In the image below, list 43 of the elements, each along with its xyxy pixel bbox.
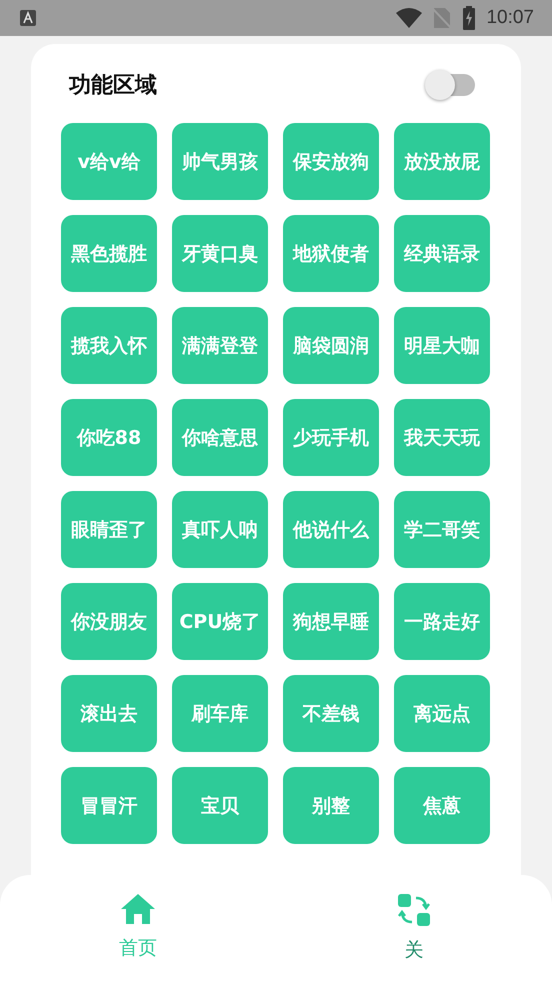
clock-time: 10:07 [486, 7, 534, 29]
sound-button[interactable]: 你吃88 [61, 399, 157, 476]
sound-button[interactable]: 脑袋圆润 [283, 307, 379, 384]
sound-button[interactable]: 我天天玩 [394, 399, 490, 476]
sound-button[interactable]: 冒冒汗 [61, 767, 157, 844]
sound-button[interactable]: v给v给 [61, 123, 157, 200]
wifi-icon [396, 8, 422, 28]
sound-button[interactable]: 一路走好 [394, 583, 490, 660]
no-sim-icon [432, 7, 452, 29]
sound-button[interactable]: 你没朋友 [61, 583, 157, 660]
battery-icon [462, 6, 476, 30]
sound-button[interactable]: 学二哥笑 [394, 491, 490, 568]
sound-button[interactable]: 离远点 [394, 675, 490, 752]
sound-button[interactable]: 少玩手机 [283, 399, 379, 476]
app-icon [20, 10, 36, 26]
sound-button[interactable]: 他说什么 [283, 491, 379, 568]
sound-button[interactable]: 别整 [283, 767, 379, 844]
sound-button[interactable]: 刷车库 [172, 675, 268, 752]
sound-button[interactable]: 放没放屁 [394, 123, 490, 200]
sound-button[interactable]: 眼睛歪了 [61, 491, 157, 568]
sound-button[interactable]: 保安放狗 [283, 123, 379, 200]
sound-button[interactable]: 狗想早睡 [283, 583, 379, 660]
sound-button[interactable]: 揽我入怀 [61, 307, 157, 384]
sound-button[interactable]: 宝贝 [172, 767, 268, 844]
toggle-switch[interactable] [425, 70, 475, 100]
sound-button[interactable]: 真吓人呐 [172, 491, 268, 568]
sound-button[interactable]: 明星大咖 [394, 307, 490, 384]
sound-button[interactable]: 黑色揽胜 [61, 215, 157, 292]
sound-button[interactable]: 你啥意思 [172, 399, 268, 476]
home-icon [120, 893, 156, 925]
sound-button[interactable]: 地狱使者 [283, 215, 379, 292]
sound-button[interactable]: 焦蒽 [394, 767, 490, 844]
sound-button[interactable]: CPU烧了 [172, 583, 268, 660]
sound-button[interactable]: 满满登登 [172, 307, 268, 384]
nav-tab[interactable]: 关 [276, 875, 552, 983]
sound-button[interactable]: 经典语录 [394, 215, 490, 292]
nav-tab[interactable]: 首页 [0, 875, 276, 983]
sound-button[interactable]: 滚出去 [61, 675, 157, 752]
sound-button[interactable]: 不差钱 [283, 675, 379, 752]
sound-button[interactable]: 牙黄口臭 [172, 215, 268, 292]
panel-title: 功能区域 [69, 72, 157, 100]
sound-button[interactable]: 帅气男孩 [172, 123, 268, 200]
swap-icon [397, 893, 431, 927]
